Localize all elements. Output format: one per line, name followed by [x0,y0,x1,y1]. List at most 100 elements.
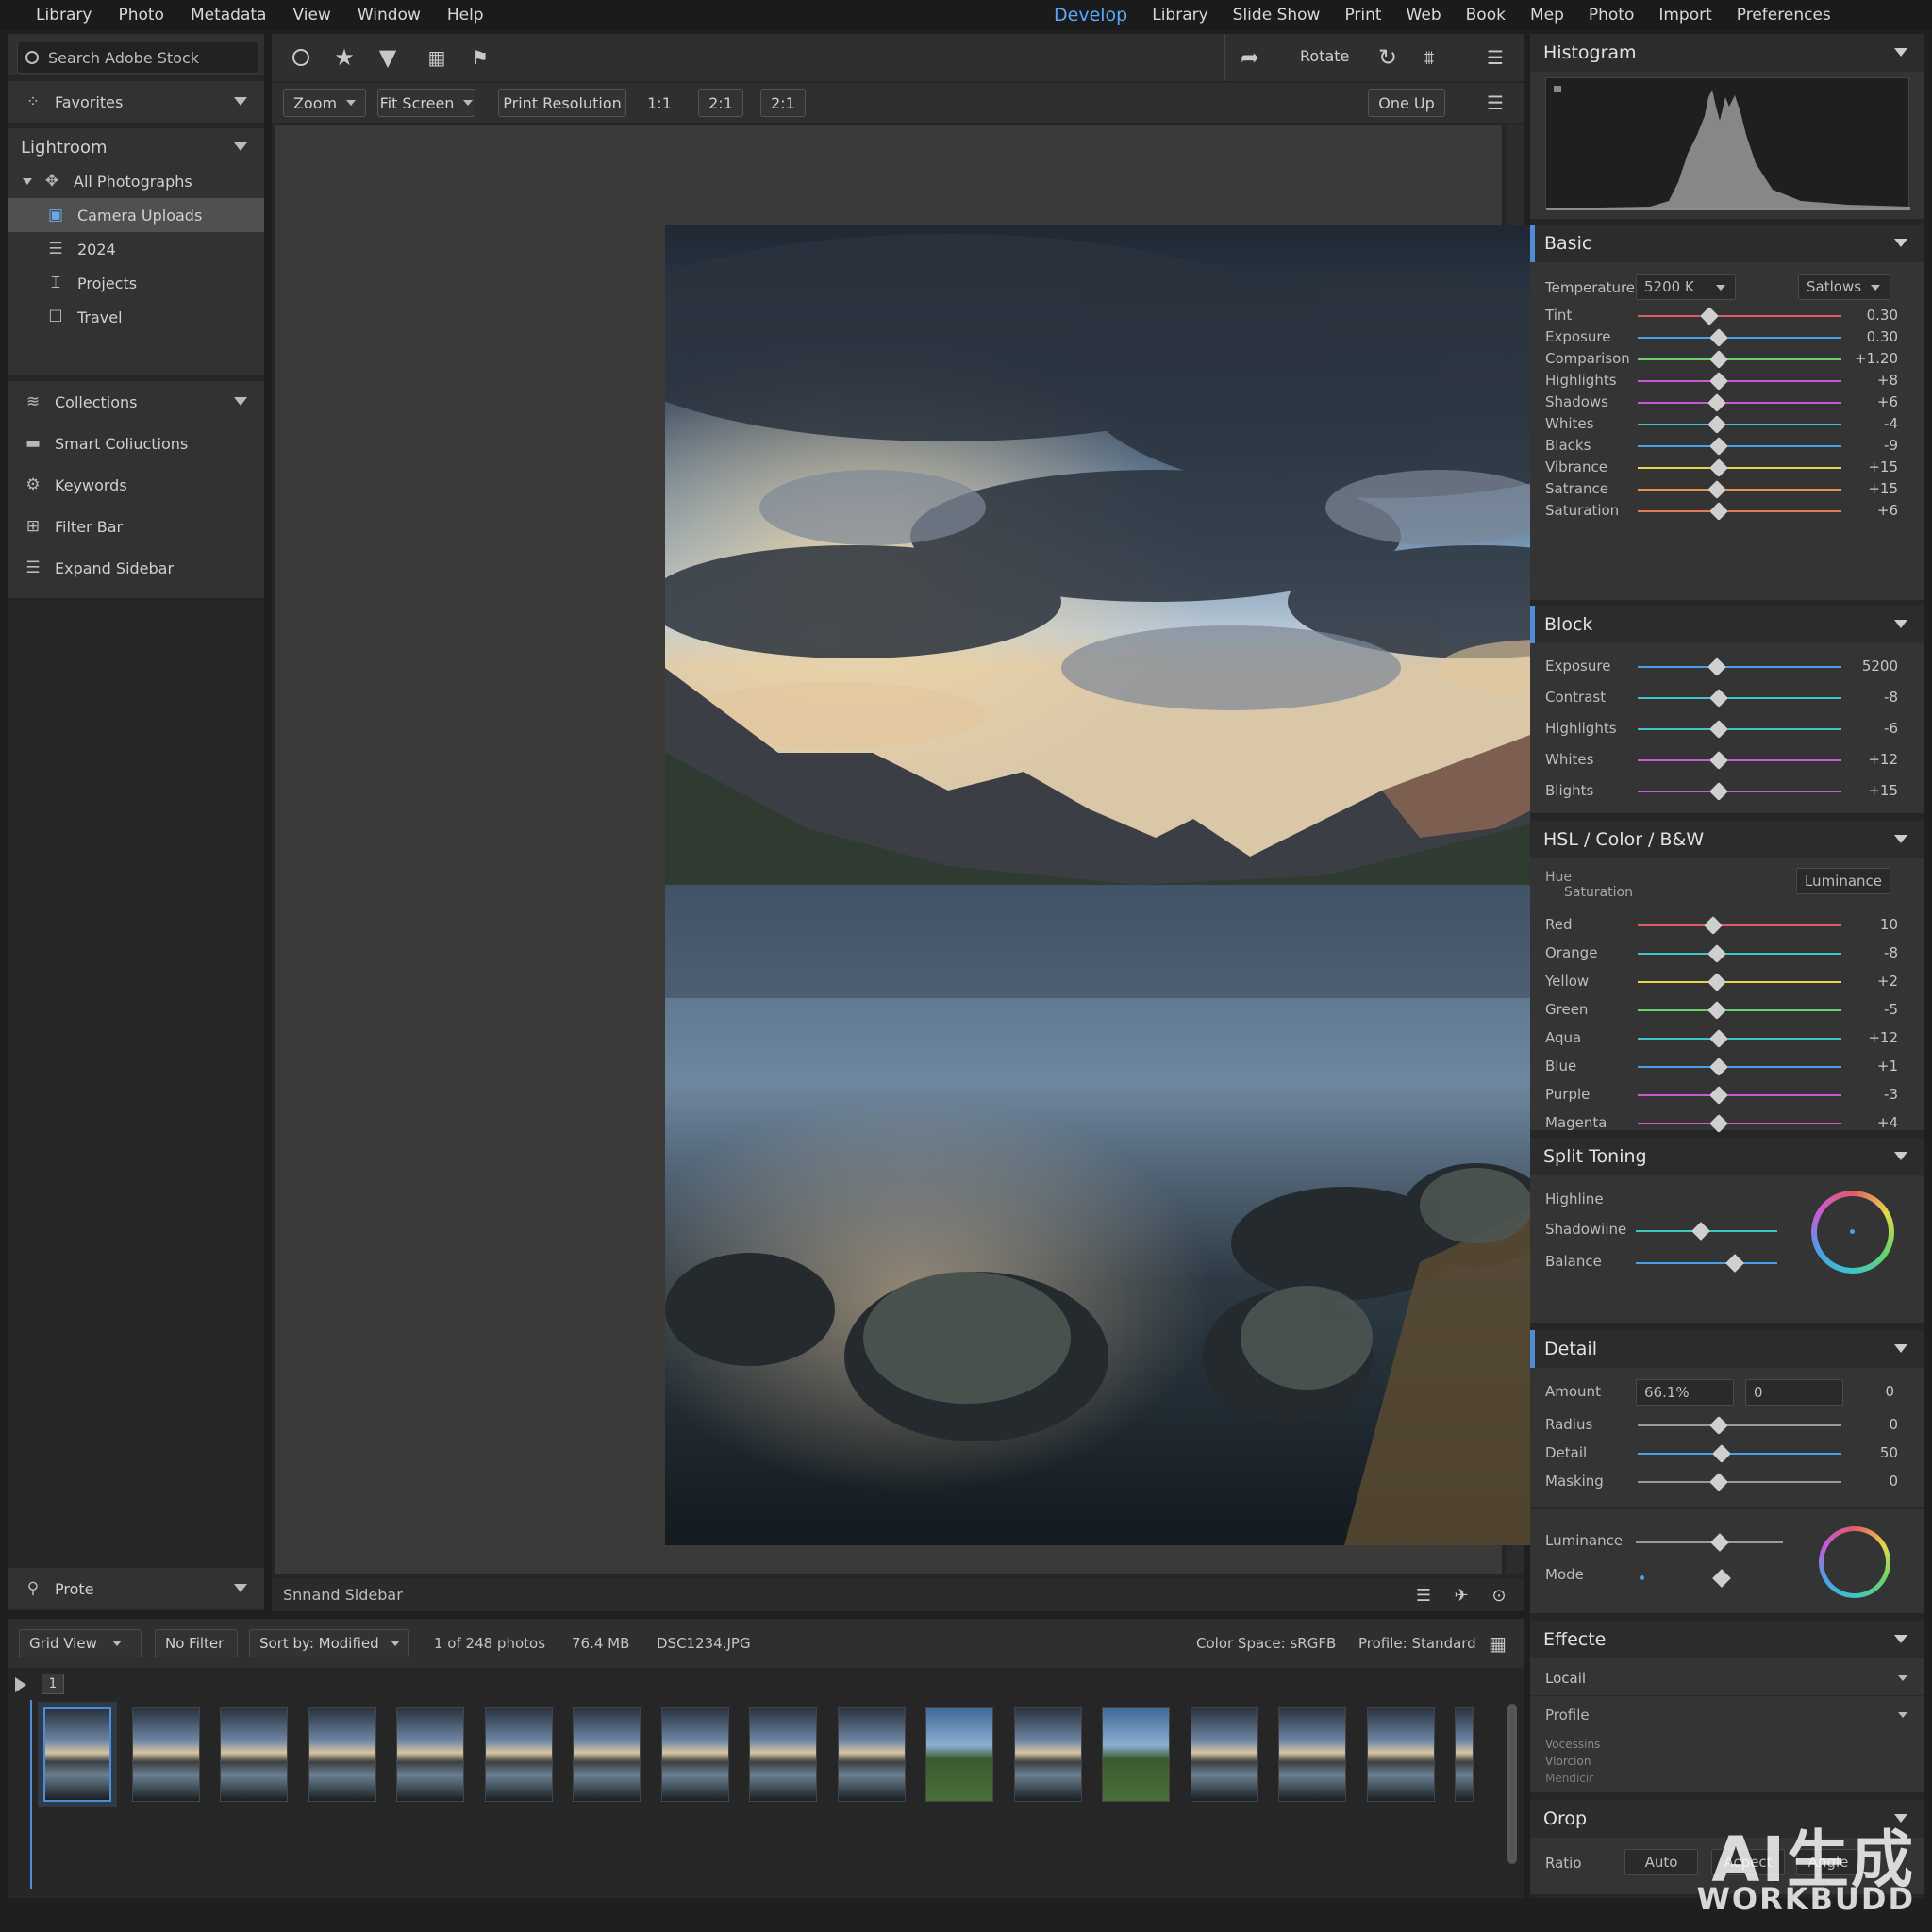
slider-blights[interactable]: Blights +15 [1545,777,1913,806]
target-icon[interactable]: ⊙ [1485,1581,1513,1609]
filmstrip-thumbnail[interactable] [573,1707,641,1802]
slider-highlights[interactable]: Highlights -6 [1545,715,1913,743]
slider-track[interactable] [1638,1481,1841,1483]
filmstrip-thumbnail[interactable] [1455,1707,1474,1802]
slider-detail[interactable]: Detail 50 [1545,1440,1913,1468]
slider-knob[interactable] [1709,350,1729,369]
slider-magenta[interactable]: Magenta +4 [1545,1109,1913,1138]
detail-header[interactable]: Detail [1530,1330,1924,1368]
menu-photo[interactable]: Photo [105,0,177,30]
shadowline-slider-knob[interactable] [1691,1222,1710,1241]
magnifier-icon[interactable] [287,43,315,72]
module-book[interactable]: Book [1454,0,1518,30]
menu-metadata[interactable]: Metadata [177,0,280,30]
filmstrip-thumbnail[interactable] [220,1707,288,1802]
luminance-tab[interactable]: Luminance [1796,868,1890,894]
mode-slider-knob[interactable] [1712,1569,1731,1588]
slider-purple[interactable]: Purple -3 [1545,1081,1913,1109]
filmstrip-thumbnail[interactable] [1366,1707,1435,1802]
slider-knob[interactable] [1707,480,1727,499]
slider-track[interactable] [1638,1066,1841,1068]
airplane-icon[interactable]: ✈ [1447,1581,1475,1609]
flag-icon[interactable]: ⚑ [466,43,494,72]
sidebar-item-all-photographs[interactable]: ✥ All Photographs [8,164,264,198]
slider-blue[interactable]: Blue +1 [1545,1053,1913,1081]
share-arrow-icon[interactable]: ➦ [1236,43,1264,72]
slider-track[interactable] [1638,1453,1841,1455]
module-preferences[interactable]: Preferences [1724,0,1843,30]
sidebar-toggle-label[interactable]: Snnand Sidebar [283,1586,403,1604]
slider-green[interactable]: Green -5 [1545,996,1913,1024]
filmstrip-thumbnail[interactable] [484,1707,553,1802]
sidebar-item-prote[interactable]: ⚲ Prote [8,1572,264,1606]
filmstrip-thumbnail[interactable] [1102,1707,1170,1802]
rotate-icon[interactable]: ↻ [1374,43,1402,72]
slider-knob[interactable] [1704,916,1723,935]
page-number[interactable]: 1 [42,1674,64,1694]
slider-track[interactable] [1638,1094,1841,1096]
slider-track[interactable] [1638,380,1841,382]
module-import[interactable]: Import [1646,0,1724,30]
menu-library[interactable]: Library [23,0,105,30]
rotate-button[interactable]: Rotate [1300,47,1349,65]
module-slideshow[interactable]: Slide Show [1221,0,1333,30]
filmstrip-thumbnail[interactable] [660,1707,729,1802]
slider-knob[interactable] [1709,1114,1729,1133]
hue-tab[interactable]: Hue [1545,870,1572,885]
slider-track[interactable] [1638,402,1841,404]
slider-track[interactable] [1638,467,1841,469]
sidebar-item-travel[interactable]: ☐ Travel [8,300,264,334]
slider-track[interactable] [1638,315,1841,317]
slider-knob[interactable] [1709,1029,1729,1048]
slider-knob[interactable] [1711,1444,1731,1463]
slider-knob[interactable] [1709,751,1729,770]
sidebar-item-expand-sidebar[interactable]: ☰ Expand Sidebar [8,551,264,585]
split-toning-color-wheel[interactable] [1811,1191,1894,1274]
hsl-header[interactable]: HSL / Color / B&W [1530,821,1924,858]
zoom-2-1-button[interactable]: 2:1 [698,89,743,117]
module-photo[interactable]: Photo [1576,0,1647,30]
module-library[interactable]: Library [1140,0,1220,30]
slider-track[interactable] [1638,510,1841,512]
slider-knob[interactable] [1707,973,1727,991]
sidebar-item-filter-bar[interactable]: ⊞ Filter Bar [8,509,264,543]
menu-view[interactable]: View [279,0,343,30]
luminance-slider-knob[interactable] [1710,1533,1729,1552]
split-toning-header[interactable]: Split Toning [1530,1138,1924,1175]
sidebar-item-keywords[interactable]: ⚙ Keywords [8,468,264,502]
filmstrip-thumbnail[interactable] [308,1707,376,1802]
module-print[interactable]: Print [1332,0,1393,30]
slider-track[interactable] [1638,953,1841,955]
slider-knob[interactable] [1709,1416,1729,1435]
sidebar-item-2024[interactable]: ☰ 2024 [8,232,264,266]
filmstrip-thumbnail[interactable] [925,1707,993,1802]
balance-slider-knob[interactable] [1725,1254,1744,1273]
list-icon[interactable]: ☰ [1409,1581,1438,1609]
slider-contrast[interactable]: Contrast -8 [1545,684,1913,712]
saturation-tab[interactable]: Saturation [1564,885,1633,900]
sidebar-item-camera-uploads[interactable]: ▣ Camera Uploads [8,198,264,232]
slider-track[interactable] [1638,358,1841,360]
module-web[interactable]: Web [1394,0,1454,30]
amount-field[interactable]: 66.1% [1636,1379,1734,1406]
slider-track[interactable] [1638,424,1841,425]
grid-icon[interactable]: ▦ [1489,1632,1507,1655]
slider-track[interactable] [1638,1038,1841,1040]
slider-track[interactable] [1638,924,1841,926]
local-dropdown[interactable]: Locail [1530,1660,1924,1696]
slider-knob[interactable] [1707,393,1727,412]
filmstrip-thumbnail[interactable] [131,1707,200,1802]
lightroom-header[interactable]: Lightroom [8,130,264,164]
slider-knob[interactable] [1709,437,1729,456]
slider-aqua[interactable]: Aqua +12 [1545,1024,1913,1053]
slider-radius[interactable]: Radius 0 [1545,1411,1913,1440]
effects-header[interactable]: Effecte [1530,1621,1924,1658]
slider-knob[interactable] [1707,944,1727,963]
play-icon[interactable] [15,1677,26,1692]
slider-track[interactable] [1638,337,1841,339]
zoom-2-1-alt-button[interactable]: 2:1 [760,89,806,117]
slider-whites[interactable]: Whites +12 [1545,746,1913,774]
slider-knob[interactable] [1709,328,1729,347]
slider-knob[interactable] [1707,658,1727,676]
calendar-icon[interactable]: ▦ [423,43,451,72]
